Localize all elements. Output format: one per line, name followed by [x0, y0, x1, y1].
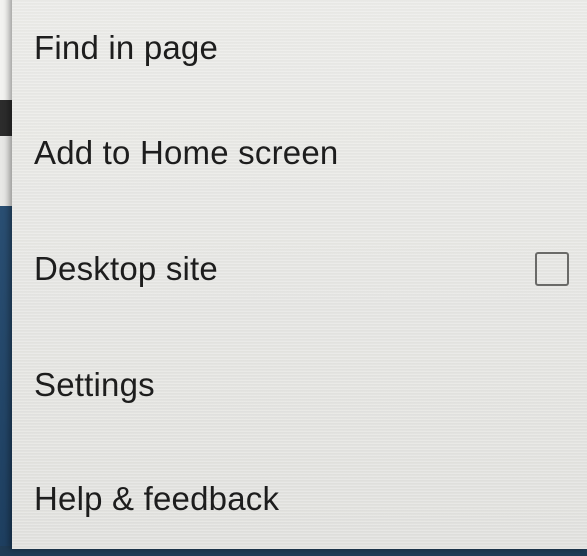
- menu-item-label: Desktop site: [34, 250, 218, 287]
- menu-item-label: Settings: [34, 366, 155, 403]
- menu-item-label: Add to Home screen: [34, 134, 339, 171]
- desktop-site-checkbox[interactable]: [535, 252, 569, 286]
- menu-item-label: Find in page: [34, 29, 219, 67]
- menu-item-help-and-feedback[interactable]: Help & feedback: [12, 442, 587, 556]
- menu-item-label: Help & feedback: [34, 480, 280, 517]
- menu-item-add-to-home-screen[interactable]: Add to Home screen: [12, 96, 587, 210]
- overflow-menu: Find in page Add to Home screen Desktop …: [12, 0, 587, 549]
- menu-item-find-in-page[interactable]: Find in page: [12, 0, 587, 96]
- menu-item-settings[interactable]: Settings: [12, 328, 587, 442]
- menu-item-desktop-site[interactable]: Desktop site: [12, 212, 587, 326]
